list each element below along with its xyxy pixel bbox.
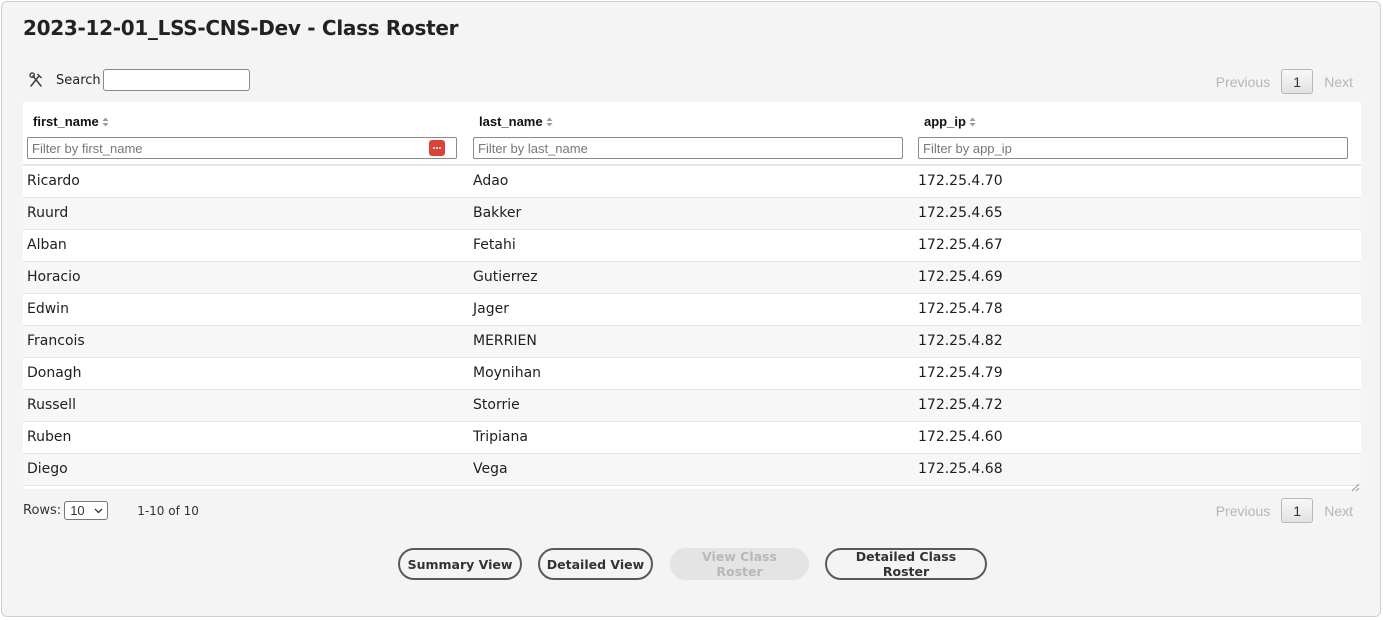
view-actions: Summary View Detailed View View Class Ro… (398, 548, 987, 580)
cell-first-name: Ruurd (27, 205, 69, 221)
cell-last-name: Adao (473, 173, 509, 189)
cell-last-name: MERRIEN (473, 333, 537, 349)
filter-app-ip-input[interactable] (918, 137, 1348, 159)
hammer-wrench-icon[interactable] (23, 69, 49, 91)
rows-label: Rows: (23, 503, 62, 518)
previous-page-link[interactable]: Previous (1216, 503, 1270, 519)
cell-last-name: Tripiana (473, 429, 528, 445)
rows-per-page-value: 10 (70, 503, 85, 518)
roster-panel: 2023-12-01_LSS-CNS-Dev - Class Roster Se… (1, 1, 1381, 617)
column-header-last-name[interactable]: last_name (469, 102, 914, 166)
sort-icon[interactable] (546, 117, 553, 127)
column-label: last_name (479, 114, 543, 129)
sort-icon[interactable] (102, 117, 109, 127)
table-row[interactable]: Francois MERRIEN 172.25.4.82 (23, 326, 1361, 358)
page-title: 2023-12-01_LSS-CNS-Dev - Class Roster (23, 16, 459, 40)
cell-last-name: Moynihan (473, 365, 542, 381)
table-row[interactable]: Russell Storrie 172.25.4.72 (23, 390, 1361, 422)
cell-first-name: Horacio (27, 269, 81, 285)
table-row[interactable]: Edwin Jager 172.25.4.78 (23, 294, 1361, 326)
cell-last-name: Vega (473, 461, 508, 477)
cell-first-name: Diego (27, 461, 68, 477)
table-row[interactable]: Donagh Moynihan 172.25.4.79 (23, 358, 1361, 390)
table-row[interactable]: Ruben Tripiana 172.25.4.60 (23, 422, 1361, 454)
column-label: app_ip (924, 114, 966, 129)
current-page-button[interactable]: 1 (1281, 498, 1314, 523)
cell-app-ip: 172.25.4.65 (918, 205, 1003, 221)
cell-app-ip: 172.25.4.70 (918, 173, 1003, 189)
password-manager-icon[interactable] (429, 140, 445, 156)
cell-first-name: Edwin (27, 301, 69, 317)
cell-app-ip: 172.25.4.60 (918, 429, 1003, 445)
pagination-top: Previous 1 Next (1216, 69, 1353, 94)
search-input[interactable] (102, 69, 250, 91)
column-header-app-ip[interactable]: app_ip (915, 102, 1361, 166)
filter-last-name-input[interactable] (473, 137, 903, 159)
table-row[interactable]: Horacio Gutierrez 172.25.4.69 (23, 262, 1361, 294)
cell-first-name: Ruben (27, 429, 72, 445)
cell-first-name: Russell (27, 397, 76, 413)
roster-table: first_name last_name (23, 102, 1361, 492)
cell-first-name: Ricardo (27, 173, 80, 189)
next-page-link[interactable]: Next (1324, 74, 1353, 90)
cell-app-ip: 172.25.4.68 (918, 461, 1003, 477)
cell-last-name: Gutierrez (473, 269, 538, 285)
cell-last-name: Storrie (473, 397, 520, 413)
resize-handle-icon[interactable] (1351, 479, 1360, 492)
next-page-link[interactable]: Next (1324, 503, 1353, 519)
pagination-bottom: Previous 1 Next (1216, 498, 1353, 523)
cell-first-name: Alban (27, 237, 67, 253)
table-body: Ricardo Adao 172.25.4.70 Ruurd Bakker 17… (23, 166, 1361, 486)
column-label: first_name (33, 114, 99, 129)
summary-view-button[interactable]: Summary View (398, 548, 522, 580)
filter-first-name-input[interactable] (27, 137, 457, 159)
table-row[interactable]: Ricardo Adao 172.25.4.70 (23, 166, 1361, 198)
previous-page-link[interactable]: Previous (1216, 74, 1270, 90)
cell-app-ip: 172.25.4.67 (918, 237, 1003, 253)
table-row[interactable]: Ruurd Bakker 172.25.4.65 (23, 198, 1361, 230)
cell-last-name: Bakker (473, 205, 522, 221)
search-label: Search (56, 72, 101, 88)
record-count: 1-10 of 10 (137, 503, 199, 518)
sort-icon[interactable] (969, 117, 976, 127)
toolbar: Search (23, 69, 250, 91)
cell-first-name: Donagh (27, 365, 82, 381)
chevron-down-icon (94, 508, 103, 513)
column-header-first-name[interactable]: first_name (23, 102, 468, 166)
view-class-roster-button: View Class Roster (670, 548, 809, 580)
cell-app-ip: 172.25.4.82 (918, 333, 1003, 349)
cell-app-ip: 172.25.4.72 (918, 397, 1003, 413)
cell-app-ip: 172.25.4.79 (918, 365, 1003, 381)
rows-per-page-select[interactable]: 10 (64, 501, 109, 520)
table-footer: Rows: 10 1-10 of 10 (23, 501, 199, 520)
detailed-class-roster-button[interactable]: Detailed Class Roster (825, 548, 987, 580)
current-page-button[interactable]: 1 (1281, 69, 1314, 94)
cell-app-ip: 172.25.4.69 (918, 269, 1003, 285)
cell-last-name: Fetahi (473, 237, 516, 253)
cell-last-name: Jager (473, 301, 509, 317)
table-header: first_name last_name (23, 102, 1361, 166)
cell-app-ip: 172.25.4.78 (918, 301, 1003, 317)
detailed-view-button[interactable]: Detailed View (538, 548, 653, 580)
table-row[interactable]: Diego Vega 172.25.4.68 (23, 454, 1361, 486)
table-row[interactable]: Alban Fetahi 172.25.4.67 (23, 230, 1361, 262)
cell-first-name: Francois (27, 333, 85, 349)
